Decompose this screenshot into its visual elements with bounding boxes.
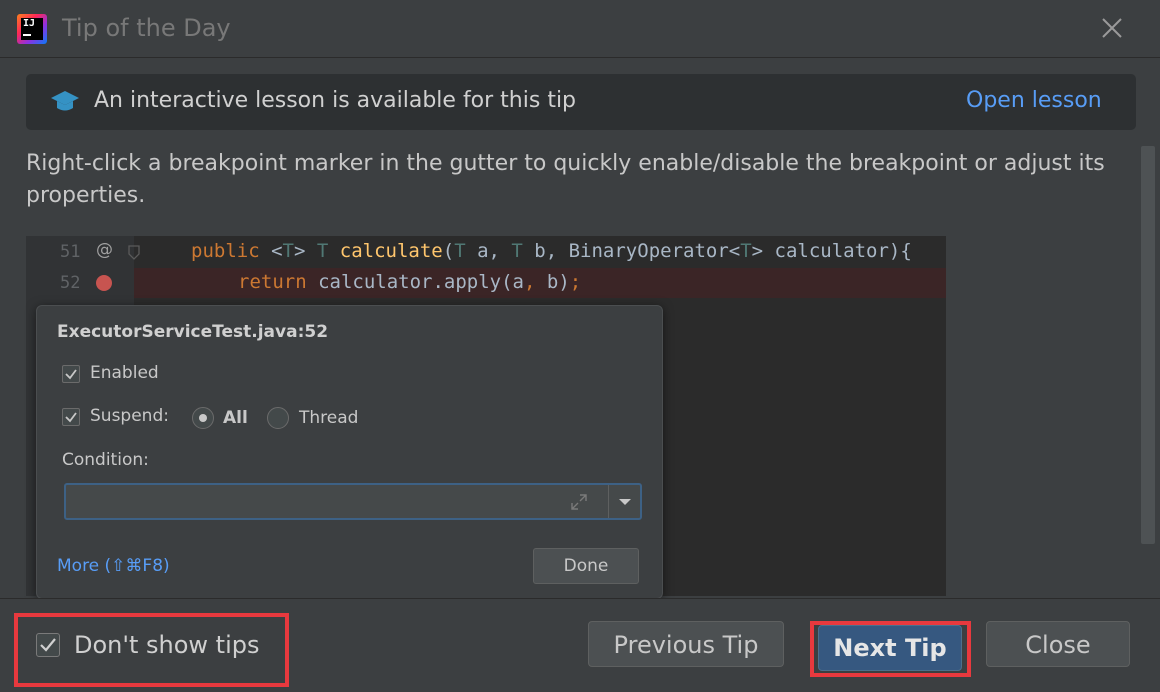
- checkmark-icon: [65, 369, 77, 380]
- condition-label: Condition:: [62, 450, 149, 470]
- enabled-checkbox[interactable]: [62, 365, 80, 383]
- dialog-footer: Don't show tips Previous Tip Next Tip Cl…: [0, 598, 1160, 692]
- code-line-51: public <T> T calculate(T a, T b, BinaryO…: [191, 240, 912, 262]
- scrollbar[interactable]: [1141, 146, 1155, 544]
- line-number: 51: [60, 242, 81, 262]
- checkmark-icon: [40, 638, 56, 652]
- graduation-cap-icon: [50, 88, 80, 114]
- app-logo-text: IJ: [23, 18, 36, 29]
- open-lesson-link[interactable]: Open lesson: [966, 88, 1102, 113]
- code-line-52: return calculator.apply(a, b);: [238, 271, 582, 293]
- breakpoint-properties-popup: ExecutorServiceTest.java:52 Enabled Susp…: [36, 305, 663, 599]
- suspend-thread-label: Thread: [299, 408, 359, 428]
- fold-icon: [128, 245, 140, 260]
- previous-tip-button[interactable]: Previous Tip: [588, 621, 784, 667]
- line-number: 52: [60, 273, 81, 293]
- dont-show-checkbox[interactable]: [36, 633, 60, 657]
- lesson-text: An interactive lesson is available for t…: [94, 88, 577, 113]
- condition-input[interactable]: [64, 483, 642, 520]
- close-icon[interactable]: [1098, 14, 1126, 42]
- checkmark-icon: [65, 412, 77, 423]
- lesson-banner: An interactive lesson is available for t…: [26, 74, 1136, 130]
- dont-show-highlight: Don't show tips: [14, 613, 289, 687]
- next-tip-button[interactable]: Next Tip: [818, 625, 962, 671]
- override-icon: @: [96, 240, 113, 260]
- condition-dropdown-button[interactable]: [608, 485, 641, 518]
- expand-icon[interactable]: [570, 493, 588, 511]
- chevron-down-icon: [619, 499, 631, 505]
- done-button[interactable]: Done: [533, 548, 639, 584]
- window-title: Tip of the Day: [62, 14, 231, 42]
- suspend-all-radio[interactable]: [192, 407, 214, 429]
- breakpoint-icon[interactable]: [95, 274, 113, 292]
- tip-text: Right-click a breakpoint marker in the g…: [26, 151, 1105, 208]
- enabled-label: Enabled: [90, 363, 159, 383]
- title-bar: IJ Tip of the Day: [0, 0, 1160, 58]
- close-button[interactable]: Close: [986, 621, 1130, 667]
- suspend-all-label: All: [223, 408, 248, 428]
- more-link[interactable]: More (⇧⌘F8): [57, 556, 170, 576]
- suspend-checkbox[interactable]: [62, 408, 80, 426]
- app-logo: IJ: [17, 14, 47, 44]
- suspend-label: Suspend:: [90, 406, 169, 426]
- suspend-thread-radio[interactable]: [267, 407, 289, 429]
- dont-show-label: Don't show tips: [74, 631, 260, 659]
- popup-title: ExecutorServiceTest.java:52: [57, 322, 329, 342]
